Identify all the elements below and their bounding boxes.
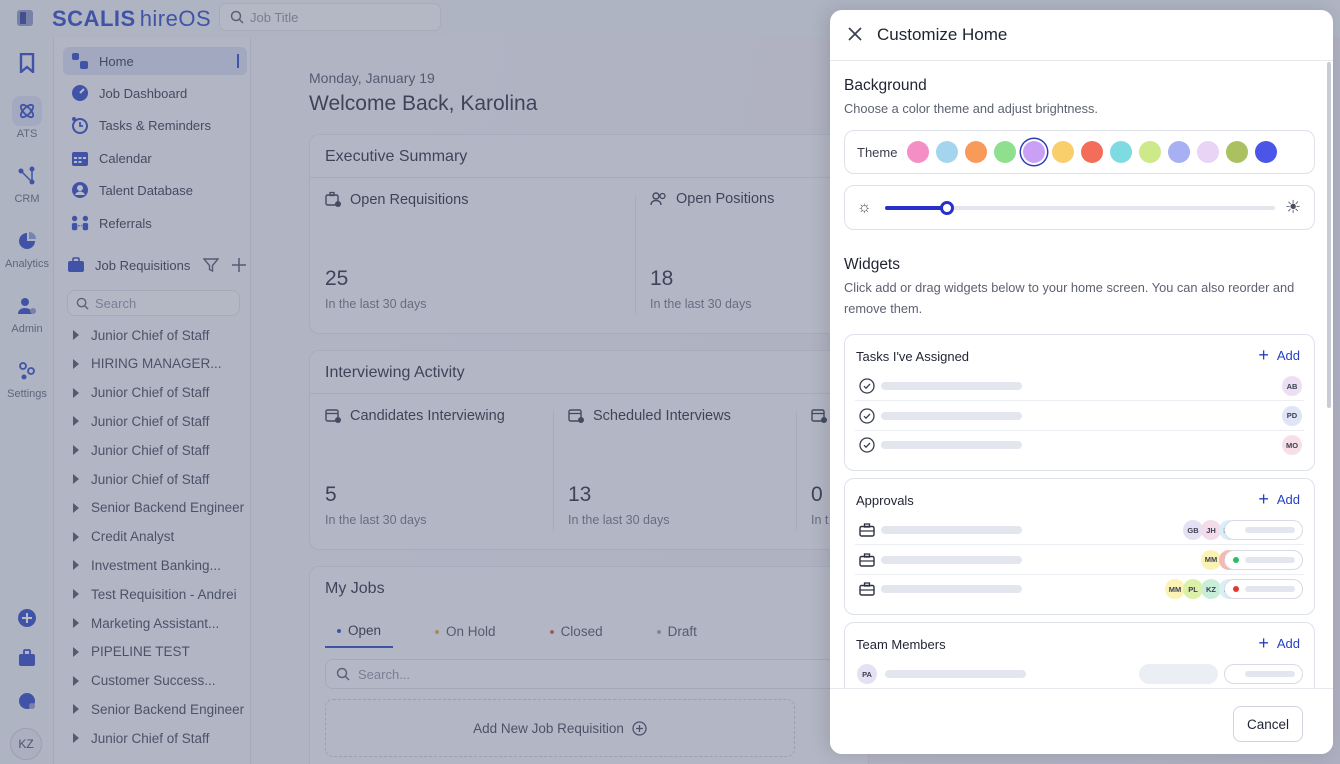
theme-swatch[interactable] xyxy=(1139,141,1161,163)
check-circle-icon xyxy=(859,437,875,453)
briefcase-icon xyxy=(859,581,875,597)
placeholder-bar xyxy=(881,382,1022,390)
placeholder-bar xyxy=(881,441,1022,449)
avatar: PL xyxy=(1183,579,1203,599)
avatar: PA xyxy=(857,664,877,684)
brightness-high-icon: ☀ xyxy=(1285,197,1302,217)
task-row: PD xyxy=(855,402,1304,431)
add-approvals-widget-button[interactable]: + Add xyxy=(1258,489,1300,509)
customize-home-drawer: Customize Home Background Choose a color… xyxy=(830,10,1333,754)
placeholder-bar xyxy=(1245,671,1295,677)
add-tasks-widget-button[interactable]: + Add xyxy=(1258,345,1300,365)
drawer-title: Customize Home xyxy=(877,25,1008,44)
avatar: MM xyxy=(1201,549,1221,570)
theme-swatch[interactable] xyxy=(1197,141,1219,163)
placeholder-bar xyxy=(885,670,1026,678)
theme-swatch[interactable] xyxy=(1255,141,1277,163)
widgets-section-title: Widgets xyxy=(844,256,900,273)
cancel-button[interactable]: Cancel xyxy=(1233,706,1303,742)
theme-swatch[interactable] xyxy=(1168,141,1190,163)
approval-row: GBJHPM xyxy=(855,516,1304,545)
avatar: PD xyxy=(1282,405,1302,426)
theme-swatch[interactable] xyxy=(907,141,929,163)
background-section-subtitle: Choose a color theme and adjust brightne… xyxy=(844,101,1098,116)
drawer-footer: Cancel xyxy=(830,688,1333,754)
check-circle-icon xyxy=(859,378,875,394)
add-label: Add xyxy=(1276,491,1300,507)
task-row: MO xyxy=(855,431,1304,460)
theme-swatch[interactable] xyxy=(994,141,1016,163)
brightness-slider-thumb[interactable] xyxy=(940,201,955,215)
theme-swatch[interactable] xyxy=(1226,141,1248,163)
close-button[interactable] xyxy=(845,24,865,44)
placeholder-bar xyxy=(881,555,1022,564)
brightness-slider-fill xyxy=(885,206,948,210)
brightness-control: ☼ ☀ xyxy=(844,185,1315,230)
widget-title: Team Members xyxy=(856,637,946,652)
theme-swatch[interactable] xyxy=(965,141,987,163)
widget-team-members[interactable]: Team Members + Add PA xyxy=(844,622,1315,688)
placeholder-bar xyxy=(1245,586,1295,592)
theme-label: Theme xyxy=(857,145,898,160)
widget-title: Approvals xyxy=(856,493,914,508)
brightness-low-icon: ☼ xyxy=(857,199,872,216)
avatar: GB xyxy=(1183,520,1203,540)
theme-swatch[interactable] xyxy=(1110,141,1132,163)
brightness-slider[interactable] xyxy=(885,201,1275,215)
theme-swatches xyxy=(907,141,1277,163)
avatar: KZ xyxy=(1201,579,1221,599)
drawer-scrollbar[interactable] xyxy=(1327,62,1331,408)
placeholder-bar xyxy=(881,585,1022,593)
status-pill xyxy=(1224,520,1303,540)
widget-tasks-assigned[interactable]: Tasks I've Assigned + Add AB PD MO xyxy=(844,334,1315,471)
widget-approvals[interactable]: Approvals + Add GBJHPMMMLOMMPLKZAB xyxy=(844,478,1315,615)
status-dot-icon xyxy=(1233,556,1239,563)
theme-swatch[interactable] xyxy=(1052,141,1074,163)
status-pill xyxy=(1224,664,1303,684)
placeholder-bar xyxy=(881,526,1022,534)
add-label: Add xyxy=(1276,635,1300,651)
avatar: AB xyxy=(1282,376,1302,396)
plus-icon: + xyxy=(1258,489,1269,509)
widgets-section-subtitle: Click add or drag widgets below to your … xyxy=(844,280,1295,316)
placeholder-bar xyxy=(1245,556,1295,563)
check-circle-icon xyxy=(859,407,875,424)
task-row: AB xyxy=(855,372,1304,401)
close-icon xyxy=(848,27,862,41)
placeholder-bar xyxy=(881,411,1022,420)
avatar: JH xyxy=(1201,520,1221,540)
team-member-row: PA xyxy=(855,660,1304,688)
drawer-header: Customize Home xyxy=(830,10,1333,61)
status-pill xyxy=(1224,549,1303,570)
briefcase-icon xyxy=(859,552,875,568)
approval-row: MMPLKZAB xyxy=(855,575,1304,604)
status-pill xyxy=(1224,579,1303,599)
theme-swatch[interactable] xyxy=(1023,141,1045,163)
avatar: MO xyxy=(1282,435,1302,455)
add-label: Add xyxy=(1276,347,1300,363)
status-dot-icon xyxy=(1233,586,1239,592)
theme-picker: Theme xyxy=(844,130,1315,174)
briefcase-icon xyxy=(859,522,875,538)
placeholder-pill xyxy=(1139,664,1218,684)
plus-icon: + xyxy=(1258,633,1269,653)
add-team-widget-button[interactable]: + Add xyxy=(1258,633,1300,653)
theme-swatch[interactable] xyxy=(1081,141,1103,163)
approval-row: MMLO xyxy=(855,546,1304,575)
drawer-body: Background Choose a color theme and adju… xyxy=(830,62,1333,688)
avatar: MM xyxy=(1165,579,1185,599)
plus-icon: + xyxy=(1258,345,1269,365)
placeholder-bar xyxy=(1245,527,1295,533)
theme-swatch[interactable] xyxy=(936,141,958,163)
widget-title: Tasks I've Assigned xyxy=(856,349,970,364)
background-section-title: Background xyxy=(844,77,927,94)
